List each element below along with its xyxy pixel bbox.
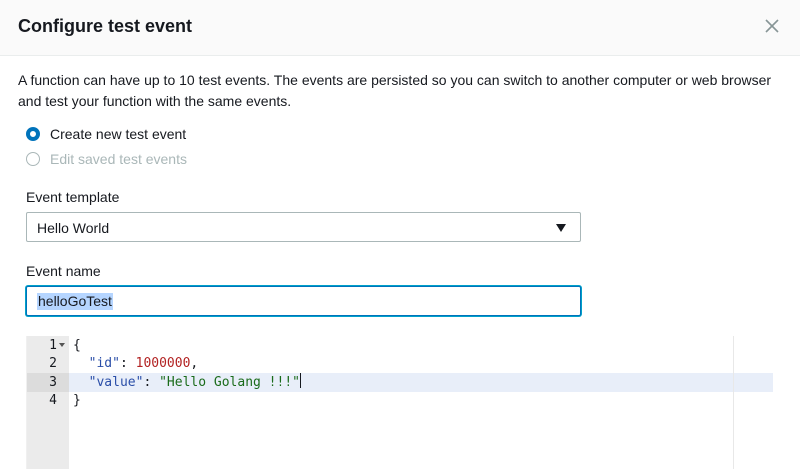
code-line: "id": 1000000, bbox=[73, 354, 199, 373]
code-token: "id" bbox=[88, 356, 120, 371]
radio-label-create-new: Create new test event bbox=[50, 126, 187, 142]
line-number: 4 bbox=[49, 393, 57, 408]
radio-edit-saved-test-events[interactable]: Edit saved test events bbox=[26, 149, 187, 169]
radio-button-selected[interactable] bbox=[26, 127, 40, 141]
line-number: 3 bbox=[49, 375, 57, 390]
radio-create-new-test-event[interactable]: Create new test event bbox=[26, 124, 186, 144]
close-icon[interactable] bbox=[761, 15, 783, 37]
event-name-input[interactable]: helloGoTest bbox=[26, 286, 581, 316]
code-token: : bbox=[143, 375, 160, 390]
radio-button-unselected[interactable] bbox=[26, 152, 40, 166]
event-template-select[interactable]: Hello World bbox=[26, 212, 581, 242]
radio-label-edit-saved: Edit saved test events bbox=[50, 151, 187, 167]
code-token: "Hello Golang !!!" bbox=[159, 375, 300, 390]
event-name-value: helloGoTest bbox=[37, 293, 113, 310]
code-line: } bbox=[73, 391, 81, 410]
json-code-editor[interactable]: 1 2 3 4 { "id": 1000000, "value": "Hello… bbox=[26, 336, 773, 469]
print-margin bbox=[733, 336, 734, 469]
modal-header: Configure test event bbox=[0, 0, 800, 56]
code-token: "value" bbox=[88, 375, 144, 390]
event-name-label: Event name bbox=[26, 263, 101, 279]
code-line: "value": "Hello Golang !!!" bbox=[73, 373, 301, 392]
code-token: { bbox=[73, 338, 81, 353]
line-number: 2 bbox=[49, 356, 57, 371]
event-template-value: Hello World bbox=[37, 220, 110, 236]
line-number: 1 bbox=[49, 338, 57, 353]
code-token: 1000000 bbox=[135, 356, 191, 371]
code-token: : bbox=[119, 356, 136, 371]
description-text: A function can have up to 10 test events… bbox=[18, 72, 772, 109]
code-token: } bbox=[73, 393, 81, 408]
modal-title: Configure test event bbox=[18, 16, 193, 36]
fold-arrow-icon[interactable] bbox=[59, 343, 65, 347]
caret-down-icon bbox=[556, 224, 566, 232]
text-cursor bbox=[300, 373, 301, 388]
code-token: , bbox=[190, 356, 199, 371]
event-template-label: Event template bbox=[26, 189, 120, 205]
code-line: { bbox=[73, 336, 81, 355]
